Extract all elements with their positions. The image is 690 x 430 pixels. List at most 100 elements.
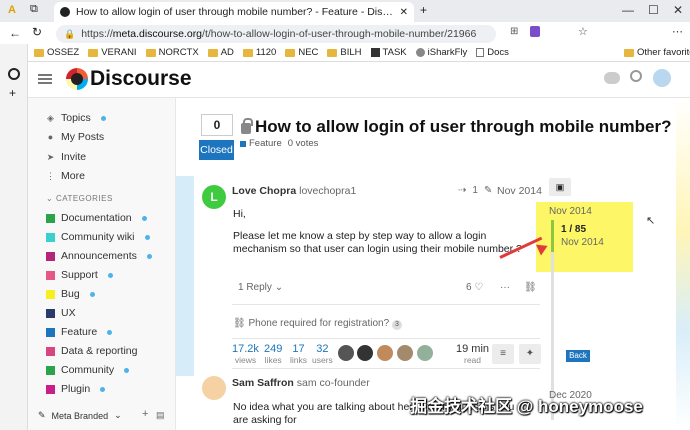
layers-icon: ◈ [47, 112, 54, 123]
divider [232, 338, 540, 339]
add-app-icon[interactable]: + [9, 86, 16, 100]
unread-dot [146, 253, 152, 259]
sidebar-category[interactable]: Plugin [46, 383, 106, 395]
bookmark[interactable]: NEC [285, 47, 318, 58]
lock-icon: 🔒 [64, 28, 76, 39]
bookmark[interactable]: OSSEZ [34, 47, 79, 58]
categories-header[interactable]: ⌄ CATEGORIES [46, 194, 113, 203]
folder-icon [327, 48, 338, 57]
bookmark[interactable]: BILH [327, 47, 362, 58]
user-avatar[interactable] [653, 69, 671, 87]
discourse-app-icon[interactable] [8, 68, 20, 80]
replies-toggle[interactable]: 1 Reply ⌄ [238, 282, 283, 293]
category-badge[interactable]: Feature [240, 138, 282, 149]
like-button[interactable]: 6 ♡ [466, 282, 483, 293]
timeline-start-date[interactable]: Nov 2014 [549, 206, 592, 217]
close-window-icon[interactable]: ✕ [673, 3, 683, 17]
sidebar-item-more[interactable]: ⋮ More [46, 170, 85, 182]
tab-title: How to allow login of user through mobil… [76, 6, 394, 18]
sidebar-item-my-posts[interactable]: ● My Posts [46, 131, 104, 143]
avatar[interactable] [338, 345, 354, 361]
avatar[interactable] [417, 345, 433, 361]
timeline-progress: 1 / 85 [561, 224, 587, 235]
docs-icon [476, 48, 485, 57]
profile-icon[interactable]: A [8, 4, 16, 16]
bookmark[interactable]: iSharkFly [415, 47, 467, 58]
post-date[interactable]: Nov 2014 [497, 185, 542, 197]
category-swatch [46, 365, 55, 375]
avatar[interactable] [202, 376, 226, 400]
topic-admin-button[interactable]: ▣ [549, 178, 571, 196]
back-icon[interactable]: ← [9, 26, 21, 40]
sidebar-category[interactable]: UX [46, 307, 76, 319]
extension-badge-icon[interactable] [530, 26, 540, 37]
browser-tab[interactable]: How to allow login of user through mobil… [54, 2, 414, 22]
sidebar-category[interactable]: Bug [46, 288, 95, 300]
ai-summary-button[interactable]: ✦ [519, 344, 541, 364]
extensions-icon[interactable]: ⊞ [510, 26, 518, 37]
settings-icon[interactable]: ⋯ [672, 25, 683, 38]
bookmark[interactable]: TASK [370, 47, 407, 58]
sidebar-category[interactable]: Community [46, 364, 130, 376]
bookmark[interactable]: AD [207, 47, 234, 58]
avatar[interactable] [397, 345, 413, 361]
vote-count[interactable]: 0 [201, 114, 233, 136]
minimize-icon[interactable]: — [622, 3, 634, 17]
back-button[interactable]: Back [566, 350, 590, 362]
chat-icon[interactable] [604, 72, 620, 84]
unread-dot [89, 291, 95, 297]
stat-last-reply: 19 min read [456, 343, 490, 365]
bookmark[interactable]: 1120 [242, 47, 276, 58]
summarize-button[interactable]: ≡ [492, 344, 514, 364]
unread-dot [107, 329, 113, 335]
sidebar-category[interactable]: Community wiki [46, 231, 150, 243]
post-author[interactable]: Love Chopra lovechopra1 [232, 185, 356, 197]
reload-icon[interactable]: ↻ [32, 25, 42, 39]
hamburger-menu-icon[interactable] [38, 74, 52, 76]
sidebar-category[interactable]: Support [46, 269, 113, 281]
add-icon[interactable]: + [142, 408, 148, 420]
post-greeting: Hi, [233, 208, 246, 220]
category-swatch [46, 289, 55, 299]
favorites-icon[interactable]: ☆ [578, 25, 588, 38]
watermark: 掘金技术社区 @ honeymoose [410, 397, 643, 416]
sidebar-item-invite[interactable]: ➤ Invite [46, 151, 86, 163]
sidebar-category[interactable]: Feature [46, 326, 113, 338]
topic-meta: Feature 0 votes [240, 138, 318, 149]
wiki-icon[interactable]: ⇢ [458, 185, 466, 196]
bookmark[interactable]: NORCTX [145, 47, 199, 58]
related-link[interactable]: ⛓ Phone required for registration? 3 [233, 318, 402, 330]
bookmark[interactable]: VERANI [88, 47, 137, 58]
more-actions-icon[interactable]: ··· [500, 282, 510, 293]
workspaces-icon[interactable]: ⧉ [30, 3, 38, 16]
sidebar-category[interactable]: Announcements [46, 250, 152, 262]
bookmark[interactable]: Docs [476, 47, 509, 58]
new-tab-icon[interactable]: + [420, 3, 427, 17]
keyboard-icon[interactable]: ▤ [156, 410, 165, 421]
avatar[interactable]: L [202, 185, 226, 209]
background-decoration [676, 98, 690, 430]
sidebar-item-topics[interactable]: ◈ Topics [46, 112, 106, 124]
category-swatch [46, 346, 55, 356]
folder-icon [88, 48, 99, 57]
category-swatch [46, 232, 55, 242]
search-icon[interactable] [630, 70, 642, 82]
other-favorites[interactable]: Other favorites [624, 47, 690, 58]
mouse-cursor-icon: ↖ [646, 215, 656, 227]
sidebar-category[interactable]: Data & reporting [46, 345, 137, 357]
post-author[interactable]: Sam Saffron sam co-founder [232, 377, 370, 389]
maximize-icon[interactable]: ☐ [648, 3, 659, 17]
avatar[interactable] [357, 345, 373, 361]
folder-icon [242, 48, 253, 57]
timeline-handle[interactable] [551, 220, 554, 252]
site-logo[interactable]: Discourse [66, 67, 192, 91]
sidebar-category[interactable]: Documentation [46, 212, 147, 224]
close-tab-icon[interactable]: ✕ [400, 7, 408, 18]
edit-count[interactable]: 1 [472, 185, 478, 196]
address-bar[interactable]: 🔒 https://meta.discourse.org/t/how-to-al… [56, 25, 496, 43]
share-link-icon[interactable]: ⛓ [524, 282, 537, 293]
unread-dot [124, 367, 130, 373]
avatar[interactable] [377, 345, 393, 361]
site-header: Discourse [28, 62, 690, 98]
sidebar-footer-theme[interactable]: ✎ Meta Branded ⌄ [38, 410, 122, 421]
